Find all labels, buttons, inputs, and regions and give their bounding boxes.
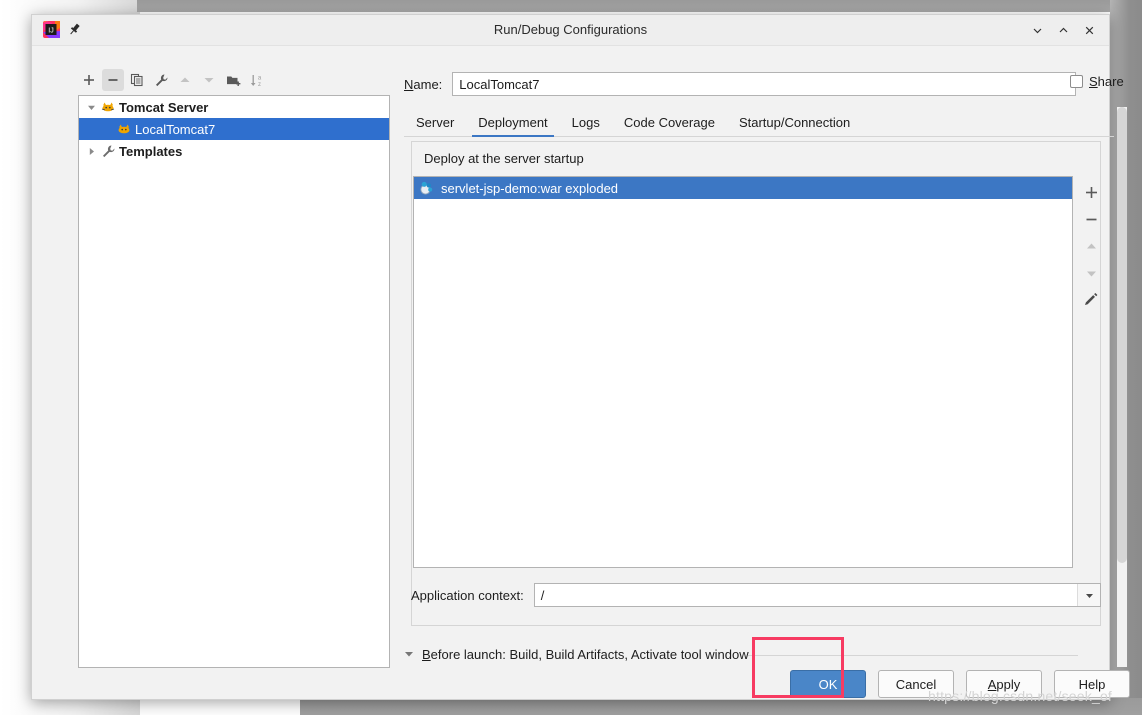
tomcat-icon — [99, 100, 117, 114]
backdrop-top — [137, 0, 1142, 12]
maximize-icon[interactable] — [1051, 20, 1075, 40]
list-item[interactable]: servlet-jsp-demo:war exploded — [414, 177, 1072, 199]
name-row: Name: LocalTomcat7 — [404, 72, 1076, 96]
edit-templates-wrench-icon[interactable] — [150, 69, 172, 91]
triangle-down-icon[interactable] — [83, 103, 99, 112]
move-artifact-up-button[interactable] — [1079, 234, 1103, 258]
chevron-down-icon[interactable] — [1077, 584, 1100, 606]
edit-artifact-pencil-icon[interactable] — [1079, 288, 1103, 312]
minimize-icon[interactable] — [1025, 20, 1049, 40]
tab-code-coverage[interactable]: Code Coverage — [612, 113, 727, 136]
remove-artifact-button[interactable] — [1079, 207, 1103, 231]
triangle-right-icon[interactable] — [83, 147, 99, 156]
tree-node-label: Tomcat Server — [119, 99, 209, 115]
artifacts-side-toolbar — [1077, 177, 1105, 317]
svg-text:z: z — [258, 82, 261, 88]
tree-node-label: Templates — [119, 143, 183, 159]
name-label: Name: — [404, 76, 443, 92]
svg-text:a: a — [257, 75, 261, 81]
dialog-titlebar: IJ Run/Debug Configurations — [32, 15, 1109, 46]
tab-logs[interactable]: Logs — [560, 113, 612, 136]
share-checkbox[interactable] — [1070, 75, 1083, 88]
configurations-toolbar: a z — [78, 67, 390, 93]
before-launch-label: Before launch: Build, Build Artifacts, A… — [422, 647, 749, 662]
tab-startup-connection[interactable]: Startup/Connection — [727, 113, 862, 136]
application-context-label: Application context: — [411, 587, 524, 603]
ok-button[interactable]: OK — [790, 670, 866, 698]
window-controls — [1025, 20, 1101, 40]
add-artifact-button[interactable] — [1079, 180, 1103, 204]
move-artifact-down-button[interactable] — [1079, 261, 1103, 285]
deploy-group-label: Deploy at the server startup — [422, 151, 589, 166]
dialog-title: Run/Debug Configurations — [493, 22, 648, 37]
deployment-artifacts-list[interactable]: servlet-jsp-demo:war exploded — [413, 176, 1073, 568]
application-context-value: / — [540, 587, 545, 603]
tree-node-tomcat-server[interactable]: Tomcat Server — [79, 96, 389, 118]
name-input-value: LocalTomcat7 — [459, 76, 540, 92]
application-context-row: Application context: / — [411, 583, 1101, 607]
name-input[interactable]: LocalTomcat7 — [452, 72, 1076, 96]
configurations-tree[interactable]: Tomcat Server LocalTomcat7 Templates — [78, 95, 390, 668]
before-launch-divider — [748, 655, 1078, 656]
before-launch-row[interactable]: Before launch: Build, Build Artifacts, A… — [404, 647, 749, 662]
configuration-tabs: Server Deployment Logs Code Coverage Sta… — [404, 109, 1114, 137]
application-context-combo[interactable]: / — [533, 583, 1101, 607]
tomcat-icon — [115, 122, 133, 136]
list-item-label: servlet-jsp-demo:war exploded — [441, 180, 619, 196]
wrench-icon — [99, 144, 117, 159]
tree-node-label: LocalTomcat7 — [135, 121, 216, 137]
sort-alphabetically-button[interactable]: a z — [246, 69, 268, 91]
tree-node-localtomcat7[interactable]: LocalTomcat7 — [79, 118, 389, 140]
tab-deployment[interactable]: Deployment — [466, 113, 559, 137]
run-debug-configurations-dialog: IJ Run/Debug Configurations a z Tomcat S… — [31, 14, 1130, 700]
close-icon[interactable] — [1077, 20, 1101, 40]
content-scrollbar-thumb[interactable] — [1117, 107, 1127, 563]
artifact-icon — [419, 180, 435, 196]
move-into-folder-button[interactable] — [222, 69, 244, 91]
share-checkbox-row[interactable]: Share — [1070, 74, 1124, 89]
copy-configuration-button[interactable] — [126, 69, 148, 91]
tab-server[interactable]: Server — [404, 113, 466, 136]
move-up-button[interactable] — [174, 69, 196, 91]
triangle-down-icon[interactable] — [404, 649, 414, 661]
remove-configuration-button[interactable] — [102, 69, 124, 91]
tree-node-templates[interactable]: Templates — [79, 140, 389, 162]
add-configuration-button[interactable] — [78, 69, 100, 91]
move-down-button[interactable] — [198, 69, 220, 91]
share-label: Share — [1089, 74, 1124, 89]
watermark-text: https://blog.csdn.net/seek_of — [928, 688, 1113, 704]
